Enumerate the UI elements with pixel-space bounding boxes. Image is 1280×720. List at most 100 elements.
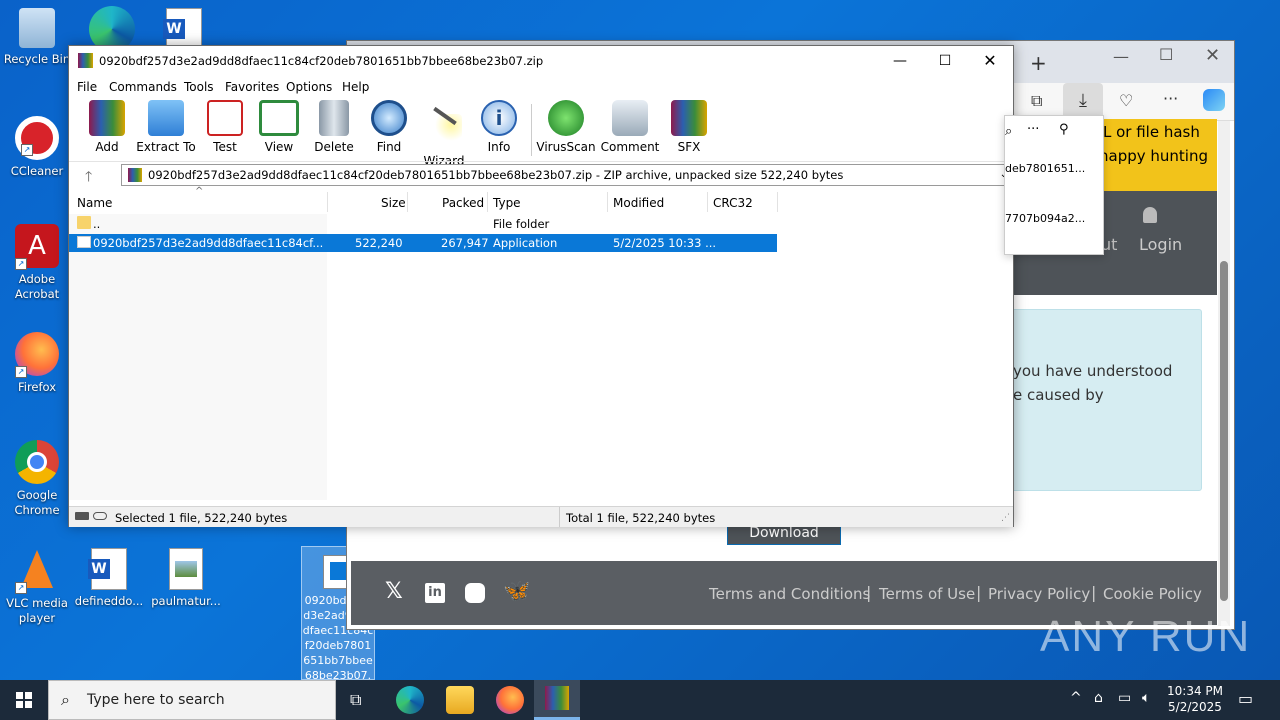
bluesky-icon[interactable]: 🦋 — [503, 579, 530, 604]
menu-file[interactable]: File — [77, 80, 97, 94]
column-divider[interactable] — [327, 192, 328, 212]
close-button[interactable]: ✕ — [967, 46, 1013, 76]
info-button[interactable]: i Info — [467, 100, 531, 154]
address-bar: 🡑 0920bdf257d3e2ad9dd8dfaec11c84cf20deb7… — [69, 161, 1013, 188]
privacy-policy-link[interactable]: Privacy Policy — [988, 585, 1090, 603]
linkedin-icon[interactable]: in — [425, 583, 445, 603]
browser-scrollbar[interactable] — [1218, 121, 1230, 626]
health-icon[interactable]: ♡ — [1119, 91, 1133, 110]
desktop-icon-chrome[interactable]: Google Chrome — [1, 440, 73, 518]
file-explorer-icon[interactable] — [446, 686, 474, 714]
column-name[interactable]: Name — [77, 196, 112, 210]
list-row-file[interactable]: 0920bdf257d3e2ad9dd8dfaec11c84cf... 522,… — [69, 234, 777, 252]
footer-separator: | — [976, 583, 982, 602]
trash-icon — [319, 100, 349, 136]
name-column-shading — [69, 214, 327, 500]
login-link[interactable]: Login — [1139, 235, 1182, 254]
terms-conditions-link[interactable]: Terms and Conditions — [709, 585, 870, 603]
adobe-acrobat-icon: A ↗ — [15, 224, 59, 270]
word-document-icon: W — [88, 548, 127, 590]
clock[interactable]: 10:34 PM 5/2/2025 — [1164, 684, 1226, 714]
list-header: Name ^ Size Packed Type Modified CRC32 — [69, 186, 777, 212]
info-icon: i — [481, 100, 517, 136]
magnifier-icon — [371, 100, 407, 136]
column-size[interactable]: Size — [381, 196, 406, 210]
menu-commands[interactable]: Commands — [109, 80, 177, 94]
footer-separator: | — [866, 583, 872, 602]
archive-path-field[interactable]: 0920bdf257d3e2ad9dd8dfaec11c84cf20deb780… — [121, 164, 1013, 186]
view-book-icon — [259, 100, 299, 136]
edge-taskbar-icon[interactable] — [396, 686, 424, 714]
desktop-icon-paulmatur[interactable]: paulmatur... — [150, 548, 222, 609]
vlc-icon: ↗ — [15, 548, 59, 594]
menu-options[interactable]: Options — [286, 80, 332, 94]
column-type[interactable]: Type — [493, 196, 521, 210]
comment-button[interactable]: Comment — [598, 100, 662, 154]
download-item[interactable]: 7707b094a2... — [1005, 212, 1085, 225]
search-icon[interactable]: ⌕ — [1005, 124, 1012, 139]
more-icon[interactable]: ··· — [1163, 89, 1178, 108]
more-icon[interactable]: ··· — [1027, 122, 1039, 137]
maximize-icon[interactable]: ☐ — [1159, 45, 1173, 64]
desktop-icon-acrobat[interactable]: A ↗ Adobe Acrobat — [1, 224, 73, 302]
word-document-icon: W — [163, 8, 202, 50]
terms-of-use-link[interactable]: Terms of Use — [879, 585, 975, 603]
virusscan-button[interactable]: VirusScan — [534, 100, 598, 154]
winrar-taskbar-icon — [545, 686, 569, 710]
menu-help[interactable]: Help — [342, 80, 369, 94]
extract-to-button[interactable]: Extract To — [133, 100, 199, 154]
pin-icon[interactable]: ⚲ — [1059, 122, 1069, 137]
column-packed[interactable]: Packed — [442, 196, 484, 210]
start-button[interactable] — [0, 680, 48, 720]
task-view-icon[interactable]: ⧉ — [350, 690, 361, 710]
notification-icon[interactable]: ▭ — [1238, 689, 1253, 708]
menu-favorites[interactable]: Favorites — [225, 80, 279, 94]
winrar-taskbar-active[interactable] — [534, 680, 580, 720]
up-arrow-icon[interactable]: 🡑 — [85, 166, 92, 190]
column-divider[interactable] — [777, 192, 778, 212]
maximize-button[interactable]: ☐ — [922, 46, 968, 76]
comment-icon — [612, 100, 648, 136]
window-title: 0920bdf257d3e2ad9dd8dfaec11c84cf20deb780… — [99, 54, 544, 68]
network-icon[interactable]: ⌂ — [1094, 690, 1103, 706]
application-icon — [77, 236, 91, 248]
collections-icon[interactable]: ⧉ — [1031, 91, 1042, 111]
mastodon-icon[interactable] — [465, 583, 485, 603]
taskbar-search[interactable]: ⌕ Type here to search — [48, 680, 336, 720]
download-icon[interactable]: ⤓ — [1063, 83, 1103, 119]
volume-icon[interactable]: 🔈︎ — [1142, 690, 1150, 706]
column-divider[interactable] — [407, 192, 408, 212]
column-modified[interactable]: Modified — [613, 196, 664, 210]
desktop-icon-defineddo[interactable]: W defineddo... — [73, 548, 145, 609]
new-tab-icon[interactable]: + — [1030, 51, 1047, 75]
add-button[interactable]: Add — [75, 100, 139, 154]
close-icon[interactable]: ✕ — [1205, 45, 1220, 66]
firefox-taskbar-icon[interactable] — [496, 686, 524, 714]
desktop-icon-ccleaner[interactable]: ↗ CCleaner — [1, 116, 73, 179]
winrar-icon — [78, 53, 93, 68]
x-icon[interactable]: 𝕏 — [385, 579, 403, 604]
minimize-button[interactable]: — — [877, 46, 923, 76]
menu-bar: File Commands Tools Favorites Options He… — [69, 76, 1013, 98]
desktop-icon-vlc[interactable]: ↗ VLC media player — [1, 548, 73, 626]
desktop-icon-recycle-bin[interactable]: Recycle Bin — [1, 8, 73, 67]
minimize-icon[interactable]: — — [1113, 47, 1129, 66]
list-row-parent[interactable]: .. File folder — [69, 215, 777, 233]
column-divider[interactable] — [607, 192, 608, 212]
resize-grip-icon[interactable]: ⋰ — [1001, 513, 1010, 523]
desktop-icon-firefox[interactable]: ↗ Firefox — [1, 332, 73, 395]
menu-tools[interactable]: Tools — [184, 80, 214, 94]
column-divider[interactable] — [487, 192, 488, 212]
column-crc32[interactable]: CRC32 — [713, 196, 753, 210]
column-divider[interactable] — [707, 192, 708, 212]
cookie-policy-link[interactable]: Cookie Policy — [1103, 585, 1202, 603]
scrollbar-thumb[interactable] — [1220, 261, 1228, 601]
sfx-button[interactable]: SFX — [657, 100, 721, 154]
wizard-wand-icon — [426, 106, 462, 150]
ethernet-icon[interactable]: ▭ — [1118, 690, 1131, 706]
firefox-icon: ↗ — [15, 332, 59, 378]
copilot-icon[interactable] — [1203, 89, 1225, 111]
tray-chevron-icon[interactable]: ^ — [1070, 690, 1082, 706]
search-icon: ⌕ — [61, 690, 70, 709]
download-item[interactable]: deb7801651... — [1005, 162, 1085, 175]
